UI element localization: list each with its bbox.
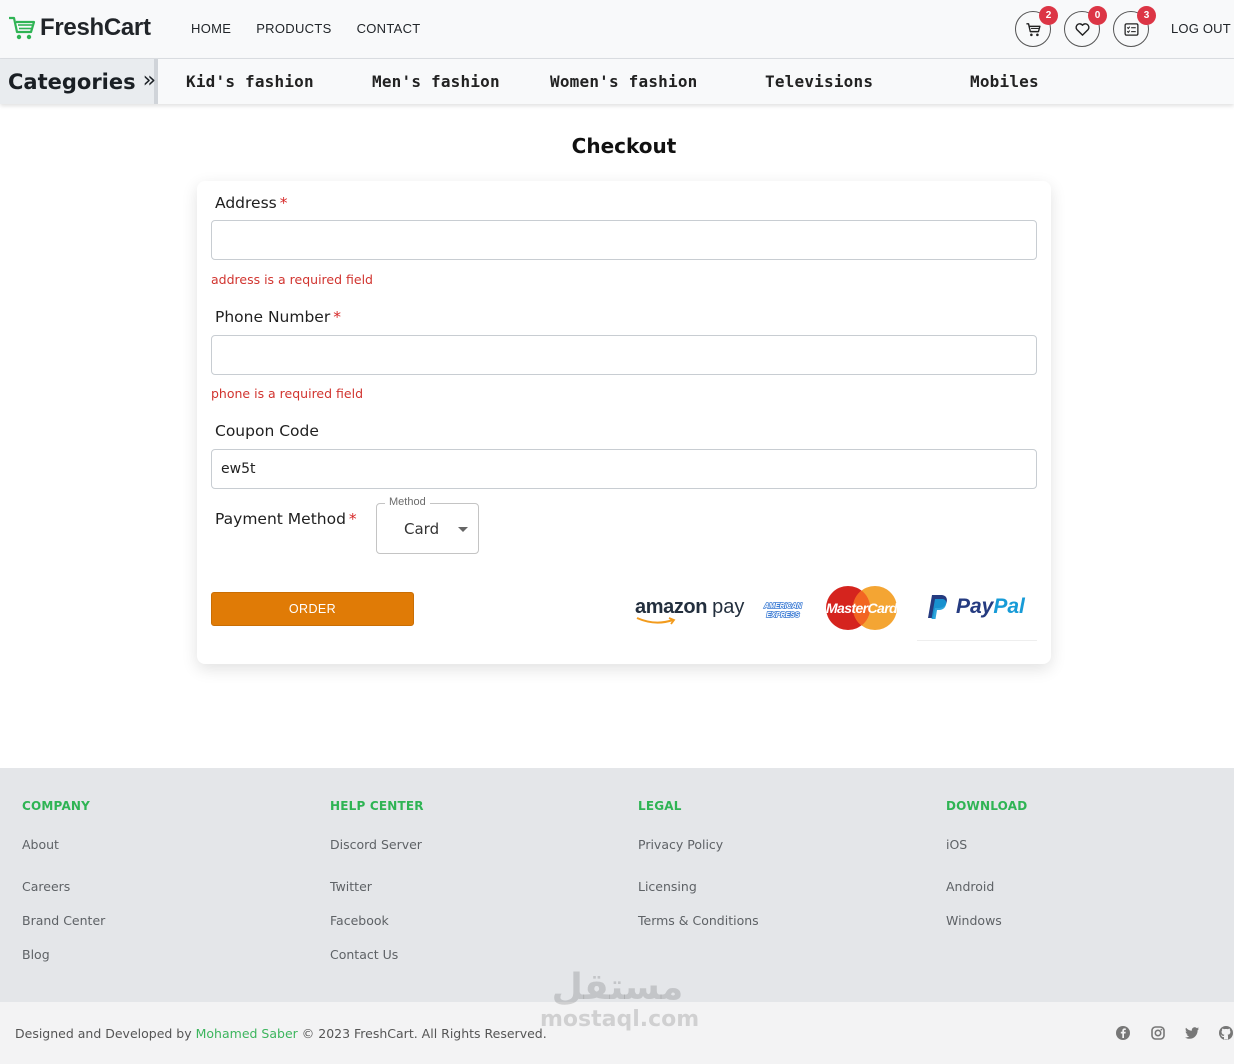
instagram-icon[interactable]: [1150, 1025, 1166, 1041]
category-kids-fashion[interactable]: Kid's fashion: [186, 72, 314, 91]
footer-link-windows[interactable]: Windows: [946, 904, 1027, 938]
footer-column-download: DOWNLOAD iOS Android Windows: [946, 799, 1027, 938]
copyright-suffix: © 2023 FreshCart. All Rights Reserved.: [301, 1026, 547, 1041]
footer-column-legal: LEGAL Privacy Policy Licensing Terms & C…: [638, 799, 759, 938]
footer-link-twitter[interactable]: Twitter: [330, 870, 424, 904]
amazon-smile-icon: [636, 617, 676, 625]
categories-heading: Categories: [8, 69, 136, 94]
main-nav: HOME PRODUCTS CONTACT: [191, 21, 421, 36]
double-chevron-right-icon: »: [142, 67, 157, 93]
coupon-label: Coupon Code: [215, 422, 319, 440]
paypal-wordmark-pal: Pal: [993, 595, 1025, 618]
brand-logo[interactable]: FreshCart: [8, 14, 151, 42]
paypal-logo: PayPal: [927, 594, 1025, 620]
logout-link[interactable]: LOG OUT: [1171, 21, 1231, 36]
svg-text:MasterCard: MasterCard: [826, 600, 898, 616]
cart-logo-icon: [9, 16, 36, 40]
orders-button[interactable]: 3: [1113, 6, 1156, 47]
footer-link-discord[interactable]: Discord Server: [330, 836, 424, 870]
wishlist-button[interactable]: 0: [1064, 6, 1107, 47]
watermark: مستقل mostaql.com: [540, 967, 700, 1032]
category-mens-fashion[interactable]: Men's fashion: [372, 72, 500, 91]
twitter-icon[interactable]: [1184, 1025, 1200, 1041]
cart-icon: [1025, 22, 1041, 36]
caret-down-icon: [458, 527, 468, 532]
paypal-wordmark: PayPal: [956, 595, 1025, 619]
footer-link-careers[interactable]: Careers: [22, 870, 105, 904]
copyright-text: Designed and Developed by Mohamed Saber …: [15, 1026, 547, 1041]
page-title: Checkout: [571, 134, 677, 158]
paypal-p-icon: [928, 595, 947, 619]
divider: [917, 640, 1037, 641]
nav-contact-link[interactable]: CONTACT: [357, 21, 421, 36]
footer-link-privacy-policy[interactable]: Privacy Policy: [638, 836, 759, 870]
payment-method-selected-value: Card: [404, 520, 440, 538]
top-navbar: FreshCart HOME PRODUCTS CONTACT 2 0 3 LO…: [0, 0, 1234, 59]
checkout-form: Address * address is a required field Pho…: [197, 181, 1051, 664]
github-icon[interactable]: [1218, 1025, 1234, 1041]
footer-heading: COMPANY: [22, 799, 91, 813]
payment-method-label-text: Payment Method: [215, 510, 346, 528]
cart-count-badge: 2: [1039, 6, 1058, 25]
footer-link-terms[interactable]: Terms & Conditions: [638, 904, 759, 938]
wishlist-count-badge: 0: [1088, 6, 1107, 25]
heart-icon: [1074, 22, 1090, 36]
footer-column-company: COMPANY About Careers Brand Center Blog: [22, 799, 105, 972]
footer-link-blog[interactable]: Blog: [22, 938, 105, 972]
category-bar: Categories » Kid's fashion Men's fashion…: [0, 59, 1234, 104]
footer-link-android[interactable]: Android: [946, 870, 1027, 904]
footer-link-about[interactable]: About: [22, 836, 105, 870]
address-input[interactable]: [211, 220, 1037, 260]
amazon-pay-logo-word-b: pay: [712, 596, 745, 618]
footer-link-brand-center[interactable]: Brand Center: [22, 904, 105, 938]
category-televisions[interactable]: Televisions: [765, 72, 873, 91]
phone-label: Phone Number *: [215, 308, 341, 326]
svg-text:EXPRESS: EXPRESS: [766, 612, 799, 619]
svg-text:AMERICAN: AMERICAN: [763, 603, 803, 610]
address-required-mark: *: [279, 194, 288, 212]
brand-name: FreshCart: [40, 14, 151, 41]
amazon-pay-logo: amazon pay: [635, 596, 744, 619]
footer-link-facebook[interactable]: Facebook: [330, 904, 424, 938]
author-link[interactable]: Mohamed Saber: [196, 1026, 298, 1041]
phone-label-text: Phone Number: [215, 308, 331, 326]
payment-method-select[interactable]: Method Card: [376, 496, 479, 554]
payment-required-mark: *: [348, 510, 357, 528]
paypal-wordmark-pay: Pay: [956, 595, 994, 618]
phone-required-mark: *: [333, 308, 341, 326]
payment-method-label: Payment Method *: [215, 510, 357, 528]
footer-heading: HELP CENTER: [330, 799, 424, 813]
coupon-input[interactable]: [211, 449, 1037, 489]
mastercard-logo: MasterCard: [826, 586, 899, 630]
category-mobiles[interactable]: Mobiles: [970, 72, 1039, 91]
footer-heading: DOWNLOAD: [946, 799, 1028, 813]
watermark-latin: mostaql.com: [540, 1007, 700, 1032]
phone-input[interactable]: [211, 335, 1037, 375]
footer-column-help-center: HELP CENTER Discord Server Twitter Faceb…: [330, 799, 424, 972]
watermark-arabic: مستقل: [551, 967, 684, 1008]
facebook-icon[interactable]: [1115, 1025, 1131, 1041]
address-error: address is a required field: [211, 272, 373, 287]
footer-link-contact-us[interactable]: Contact Us: [330, 938, 424, 972]
amazon-pay-logo-word-a: amazon: [635, 596, 708, 618]
orders-count-badge: 3: [1137, 6, 1156, 25]
footer-heading: LEGAL: [638, 799, 682, 813]
cart-button[interactable]: 2: [1015, 6, 1058, 47]
category-womens-fashion[interactable]: Women's fashion: [550, 72, 698, 91]
nav-products-link[interactable]: PRODUCTS: [256, 21, 331, 36]
address-label: Address *: [215, 194, 287, 212]
copyright-prefix: Designed and Developed by: [15, 1026, 192, 1041]
footer-link-licensing[interactable]: Licensing: [638, 870, 759, 904]
american-express-logo: AMERICAN EXPRESS: [762, 602, 803, 619]
footer-link-ios[interactable]: iOS: [946, 836, 1027, 870]
address-label-text: Address: [215, 194, 277, 212]
phone-error: phone is a required field: [211, 386, 364, 401]
payment-method-select-legend: Method: [385, 496, 430, 508]
order-button[interactable]: ORDER: [211, 592, 414, 626]
categories-toggle[interactable]: Categories »: [0, 59, 158, 104]
orders-list-icon: [1123, 22, 1139, 36]
nav-home-link[interactable]: HOME: [191, 21, 231, 36]
